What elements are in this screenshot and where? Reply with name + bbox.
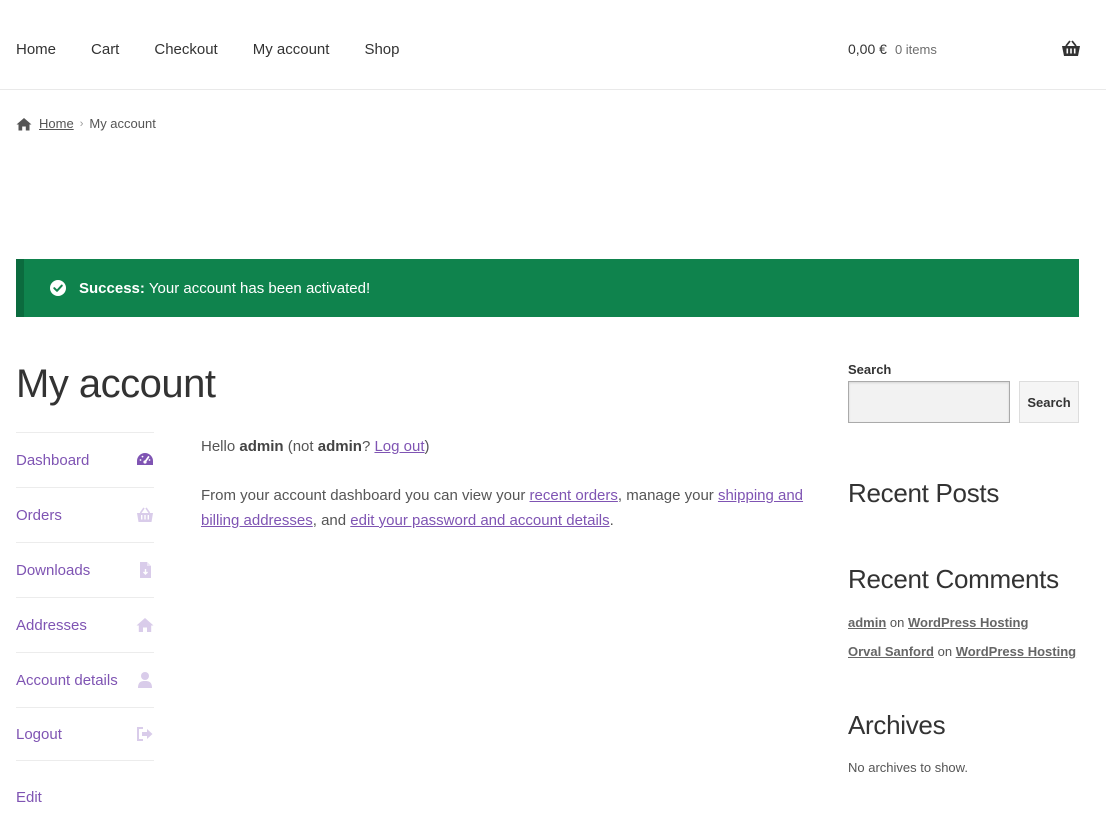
chevron-right-icon: ›: [79, 117, 84, 130]
list-item: admin on WordPress Hosting: [848, 608, 1088, 637]
comment-author-link[interactable]: Orval Sanford: [848, 644, 934, 659]
nav-checkout[interactable]: Checkout: [154, 41, 217, 58]
intro-text: From your account dashboard you can view…: [201, 487, 526, 504]
user-icon: [138, 672, 152, 688]
greeting-close: ): [424, 438, 430, 455]
intro-text: , manage your: [617, 487, 714, 504]
account-nav-label: Addresses: [16, 616, 87, 634]
greeting-hello: Hello: [201, 438, 236, 455]
account-nav-orders[interactable]: Orders: [16, 487, 154, 542]
intro-text: , and: [312, 512, 347, 529]
home-icon: [136, 618, 154, 632]
check-circle-icon: [50, 280, 66, 296]
dashboard-icon: [137, 453, 153, 465]
account-details-link[interactable]: edit your password and account details: [350, 512, 609, 529]
page-title: My account: [16, 362, 216, 406]
logout-link[interactable]: Log out: [374, 438, 424, 455]
greeting-not-username: admin: [317, 438, 362, 455]
account-nav-addresses[interactable]: Addresses: [16, 597, 154, 652]
recent-orders-link[interactable]: recent orders: [530, 487, 618, 504]
recent-comments-list: admin on WordPress Hosting Orval Sanford…: [848, 608, 1088, 666]
primary-nav: Home Cart Checkout My account Shop: [16, 41, 434, 58]
comment-on: on: [937, 644, 953, 659]
account-nav-downloads[interactable]: Downloads: [16, 542, 154, 597]
breadcrumb: Home › My account: [16, 116, 156, 131]
account-nav-label: Logout: [16, 725, 62, 743]
greeting-question: ?: [361, 438, 371, 455]
account-nav-label: Dashboard: [16, 451, 90, 469]
file-icon: [140, 562, 151, 578]
account-nav-dashboard[interactable]: Dashboard: [16, 432, 154, 487]
intro-text: .: [609, 512, 614, 529]
account-nav-label: Account details: [16, 671, 118, 689]
sidebar: Search Search Recent Posts Recent Commen…: [848, 362, 1079, 775]
search-form: Search: [848, 381, 1079, 423]
success-notice: Success: Your account has been activated…: [16, 259, 1079, 317]
comment-post-link[interactable]: WordPress Hosting: [956, 644, 1076, 659]
notice-message: Your account has been activated!: [148, 279, 371, 297]
sign-out-icon: [137, 727, 153, 741]
account-nav-logout[interactable]: Logout: [16, 707, 154, 761]
greeting-username: admin: [239, 438, 284, 455]
account-nav-label: Orders: [16, 506, 62, 524]
breadcrumb-home[interactable]: Home: [39, 116, 74, 131]
list-item: Orval Sanford on WordPress Hosting: [848, 637, 1088, 666]
edit-link[interactable]: Edit: [16, 789, 42, 806]
recent-comments-title: Recent Comments: [848, 564, 1059, 594]
search-label: Search: [848, 362, 892, 377]
nav-shop[interactable]: Shop: [364, 41, 399, 58]
search-button[interactable]: Search: [1019, 381, 1079, 423]
account-nav-label: Downloads: [16, 561, 91, 579]
archives-empty-text: No archives to show.: [848, 760, 968, 775]
cart-count[interactable]: 0 items: [895, 42, 937, 57]
basket-icon: [137, 507, 153, 522]
cart-total[interactable]: 0,00 €: [848, 41, 887, 57]
home-icon: [16, 117, 32, 130]
greeting: Hello admin (not admin? Log out): [201, 434, 811, 459]
nav-cart[interactable]: Cart: [91, 41, 119, 58]
notice-label: Success:: [79, 279, 145, 297]
nav-my-account[interactable]: My account: [253, 41, 330, 58]
account-nav-account-details[interactable]: Account details: [16, 652, 154, 707]
nav-home[interactable]: Home: [16, 41, 56, 58]
archives-title: Archives: [848, 710, 946, 740]
basket-icon[interactable]: [1061, 40, 1081, 58]
recent-posts-title: Recent Posts: [848, 478, 1000, 508]
breadcrumb-current: My account: [89, 116, 156, 131]
comment-post-link[interactable]: WordPress Hosting: [908, 615, 1028, 630]
search-input[interactable]: [848, 381, 1010, 423]
comment-author-link[interactable]: admin: [848, 615, 886, 630]
account-navigation: Dashboard Orders Downloads Addresses Acc…: [16, 432, 154, 761]
header-cart[interactable]: 0,00 € 0 items: [848, 41, 937, 57]
site-header: Home Cart Checkout My account Shop 0,00 …: [0, 0, 1106, 90]
comment-on: on: [889, 615, 905, 630]
dashboard-intro: From your account dashboard you can view…: [201, 483, 811, 533]
account-dashboard-content: Hello admin (not admin? Log out) From yo…: [201, 434, 811, 557]
greeting-not: (not: [287, 438, 314, 455]
